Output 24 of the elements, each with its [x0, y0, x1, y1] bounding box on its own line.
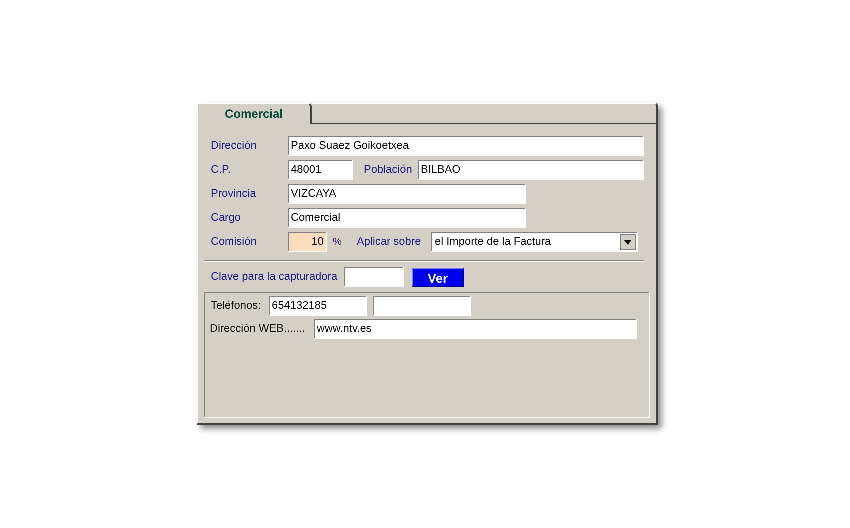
- field-label: Comisión: [211, 234, 258, 250]
- field-label: C.P.: [211, 162, 232, 178]
- password-field[interactable]: [344, 267, 404, 287]
- field-label: Población: [364, 162, 414, 178]
- website-field[interactable]: www.ntv.es: [314, 319, 637, 339]
- city-field[interactable]: BILBAO: [418, 160, 644, 180]
- tab[interactable]: Comercial: [197, 103, 312, 124]
- field-label: Cargo: [211, 210, 242, 226]
- percent-sign: %: [333, 236, 343, 250]
- phone-field[interactable]: 654132185: [269, 296, 367, 316]
- field-label: Dirección: [211, 138, 258, 154]
- field-label: Aplicar sobre: [357, 234, 422, 250]
- address-field[interactable]: Paxo Suaez Goikoetxea: [288, 136, 644, 156]
- field-label: Dirección WEB.......: [210, 322, 306, 337]
- position-field[interactable]: Comercial: [288, 208, 526, 228]
- view-button[interactable]: Ver: [412, 268, 464, 286]
- field-label: Teléfonos:: [211, 298, 262, 314]
- phone-field[interactable]: [373, 296, 471, 316]
- apply-dropdown[interactable]: el Importe de la Factura: [431, 232, 638, 252]
- postal-code-field[interactable]: 48001: [288, 160, 353, 180]
- commission-field[interactable]: 10: [288, 232, 327, 252]
- field-label: Clave para la capturadora: [211, 270, 339, 285]
- province-field[interactable]: VIZCAYA: [288, 184, 526, 204]
- field-label: Provincia: [211, 186, 258, 202]
